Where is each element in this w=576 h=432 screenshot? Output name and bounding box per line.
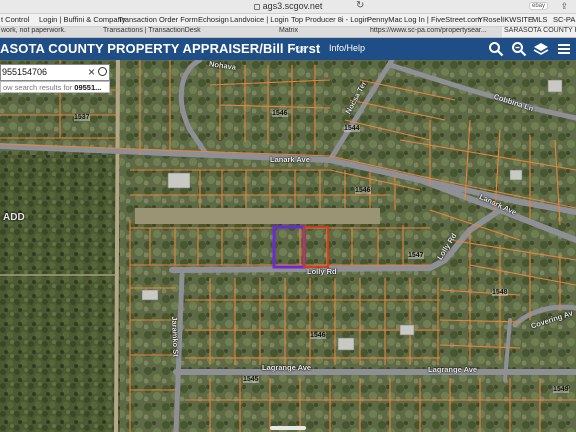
- lock-icon: [253, 4, 260, 10]
- layers-icon[interactable]: [533, 41, 549, 57]
- menu-icon[interactable]: [556, 41, 572, 57]
- bookmark-item[interactable]: Landvoice | Login: [230, 15, 289, 24]
- app-version: v2.8: [292, 44, 307, 53]
- road-label-lolly: Lolly Rd: [307, 267, 337, 276]
- block-number-1548: 1548: [492, 289, 508, 296]
- subdivision-label-add: ADD: [3, 212, 25, 223]
- search-icon[interactable]: [488, 41, 504, 57]
- bookmark-item[interactable]: Login | Buffini & Company: [39, 15, 125, 24]
- road-label-lanark: Lanark Ave: [270, 155, 310, 164]
- bookmark-item[interactable]: Top Producer 8i - Login: [291, 15, 369, 24]
- bookmark-item[interactable]: MLS: [532, 15, 547, 24]
- parcel-map[interactable]: Nohava Cobbina Ln Nocsa Ter Lanark Ave L…: [0, 60, 576, 432]
- block-number-1546: 1546: [272, 110, 288, 117]
- tab-work[interactable]: work, not paperwork.: [1, 27, 66, 34]
- bookmark-item[interactable]: Echosign: [198, 15, 229, 24]
- app-header: ASOTA COUNTY PROPERTY APPRAISER/Bill Fur…: [0, 38, 576, 60]
- clear-search-icon[interactable]: ×: [88, 65, 95, 79]
- zoom-icon[interactable]: [511, 41, 527, 57]
- search-input-value[interactable]: 955154706: [2, 67, 47, 77]
- share-icon[interactable]: ⇪: [560, 1, 568, 12]
- parcel-search-input[interactable]: 955154706 ×: [0, 64, 110, 81]
- reload-icon[interactable]: ↻: [356, 0, 364, 11]
- block-number-1544: 1544: [344, 125, 360, 132]
- ebay-extension-icon[interactable]: ebay: [528, 2, 548, 10]
- search-suggestion[interactable]: ow search results for 09551...: [0, 81, 110, 93]
- bookmark-item[interactable]: t Control: [1, 15, 29, 24]
- block-number-1546-east: 1546: [355, 187, 371, 194]
- block-number-1549: 1549: [553, 386, 569, 393]
- info-help-link[interactable]: Info/Help: [329, 43, 365, 53]
- bookmark-item[interactable]: Transaction Order Form: [118, 15, 198, 24]
- block-number-1547: 1547: [408, 252, 424, 259]
- scroll-handle[interactable]: [270, 426, 306, 430]
- browser-url-bar[interactable]: ags3.scgov.net ↻ ebay ⇪: [0, 0, 576, 14]
- browser-tabs: work, not paperwork. Transactions | Tran…: [0, 27, 576, 38]
- bookmark-item[interactable]: YRoselIKWSITE: [478, 15, 533, 24]
- bookmarks-bar: t Control Login | Buffini & Company Tran…: [0, 14, 576, 27]
- tab-transactiondesk[interactable]: Transactions | TransactionDesk: [103, 27, 201, 34]
- tab-sc-pa-search[interactable]: https://www.sc-pa.com/propertysear...: [370, 27, 487, 34]
- url-display[interactable]: ags3.scgov.net: [0, 1, 576, 11]
- block-number-1546-south: 1546: [310, 332, 326, 339]
- block-number-1545: 1545: [243, 376, 259, 383]
- bookmark-item[interactable]: Log In | FiveStreet.com: [404, 15, 481, 24]
- bookmark-item[interactable]: SC-PA: [553, 15, 575, 24]
- road-label-lagrange: Lagrange Ave: [262, 363, 312, 372]
- bookmark-item[interactable]: PennyMac: [367, 15, 402, 24]
- suggestion-prefix: ow search results for: [3, 83, 75, 92]
- tab-matrix[interactable]: Matrix: [279, 27, 298, 34]
- tab-sarasota-appraiser[interactable]: SARASOTA COUNTY PROPER: [502, 27, 576, 37]
- block-number-1537: 1537: [74, 114, 90, 121]
- bottom-bar: [0, 424, 576, 432]
- search-icon[interactable]: [98, 67, 107, 76]
- suggestion-term: 09551...: [74, 83, 102, 92]
- app-title: ASOTA COUNTY PROPERTY APPRAISER/Bill Fur…: [0, 41, 321, 56]
- road-label-jaramko: Jaramko St: [170, 316, 181, 357]
- road-label-lagrange-east: Lagrange Ave: [428, 365, 478, 374]
